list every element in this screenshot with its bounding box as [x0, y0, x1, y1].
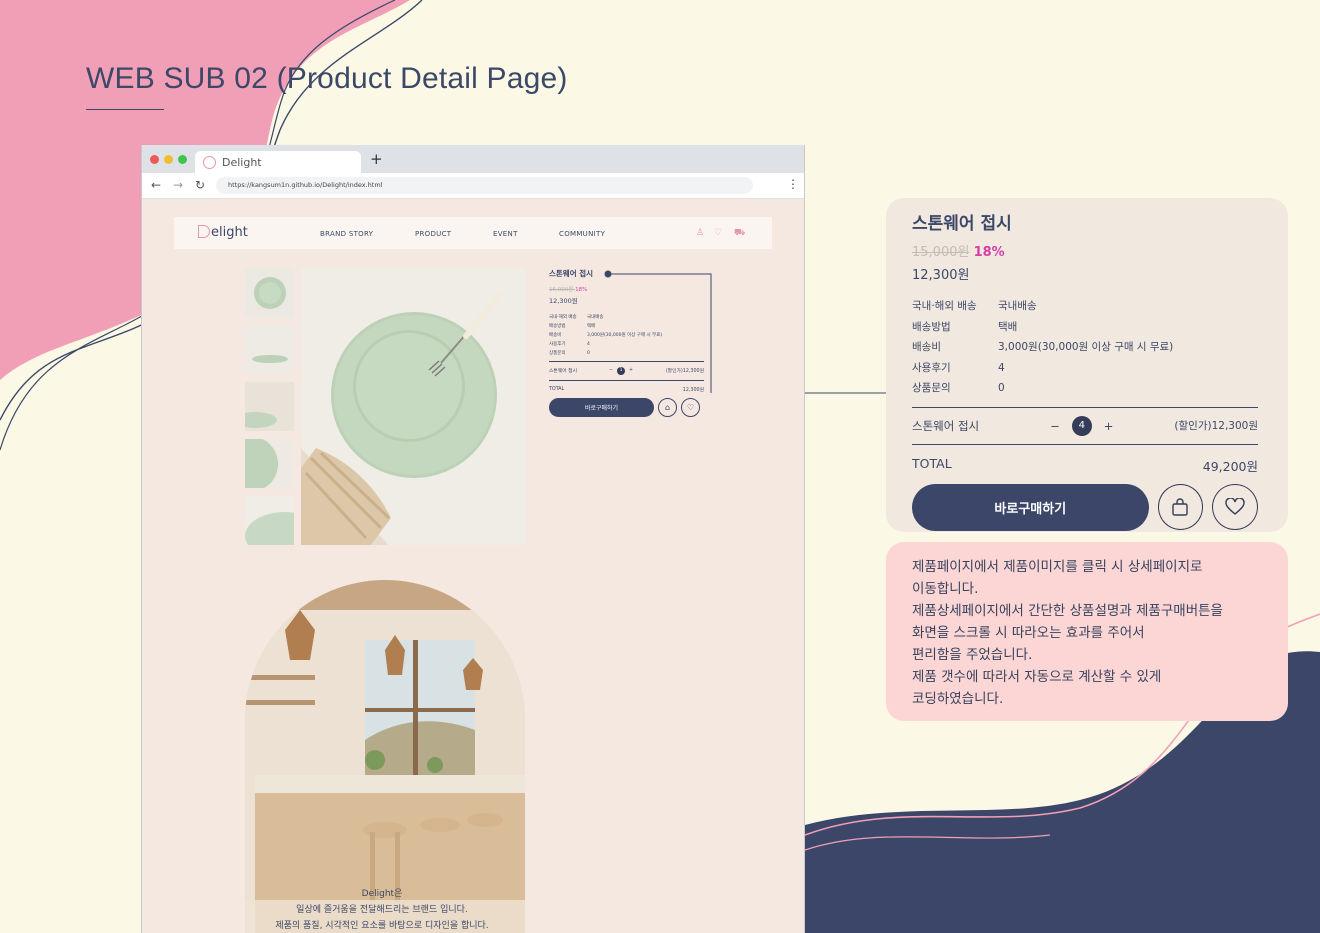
bag-icon[interactable]: ⌂ [658, 398, 677, 418]
heart-icon[interactable]: ♡ [681, 398, 700, 418]
mini-product-info: 스톤웨어 접시 15,000원 18% 12,300원 국내·해외 배송 국내배송… [549, 268, 704, 418]
product-thumbnail[interactable] [245, 439, 294, 488]
brand-kitchen-image [245, 580, 525, 933]
plus-icon[interactable]: + [370, 150, 383, 168]
kebab-menu-icon[interactable]: ⋮ [787, 177, 799, 191]
browser-tab-bar: Delight + [142, 145, 804, 173]
sale-price: (할인가)12,300원 [665, 369, 704, 375]
nav-brand-story[interactable]: BRAND STORY [320, 230, 373, 238]
product-thumbnail[interactable] [245, 496, 294, 545]
option-name: 스톤웨어 접시 [912, 418, 980, 433]
price-row: 15,000원 18% [912, 241, 1258, 260]
action-buttons: 바로구매하기 ⌂ ♡ [549, 398, 704, 418]
url-input[interactable]: https://kangsum1n.github.io/Delight/inde… [216, 177, 753, 194]
maximize-window-icon[interactable] [178, 155, 187, 164]
minimize-window-icon[interactable] [164, 155, 173, 164]
heart-icon[interactable] [1212, 484, 1259, 530]
old-price: 15,000원 [912, 245, 970, 260]
buy-now-button[interactable]: 바로구매하기 [549, 398, 654, 418]
divider [549, 361, 704, 362]
shipping-info: 국내·해외 배송 국내배송 배송방법 택배 배송비 3,000원(30,000원 이상… [912, 300, 1174, 394]
shipping-info: 국내·해외 배송 국내배송 배송방법 택배 배송비 3,000원(30,000원 이상… [549, 315, 663, 356]
back-arrow-icon[interactable]: ← [151, 178, 161, 192]
browser-tab[interactable]: Delight [195, 151, 361, 173]
user-icon[interactable]: ♙ [696, 228, 704, 238]
quantity-badge: 1 [617, 366, 626, 375]
discount-rate: 18% [973, 245, 1005, 260]
total-price: 49,200원 [1202, 458, 1258, 474]
price: 12,300원 [549, 297, 578, 305]
quantity-stepper: − 4 + [1050, 415, 1114, 436]
quantity-badge: 4 [1071, 415, 1092, 436]
minus-button[interactable]: − [1050, 419, 1060, 433]
reload-icon[interactable]: ↻ [195, 178, 205, 192]
product-thumbnail[interactable] [245, 382, 294, 431]
old-price: 15,000원 18% [549, 287, 588, 293]
heart-icon[interactable]: ♡ [714, 228, 722, 238]
option-row: 스톤웨어 접시 − 1 + (할인가)12,300원 [549, 366, 704, 375]
nav-event[interactable]: EVENT [493, 230, 518, 238]
total-row: TOTAL 12,300원 [549, 386, 704, 393]
product-main-image[interactable] [301, 268, 525, 545]
price: 12,300원 [912, 268, 970, 283]
forward-arrow-icon[interactable]: → [173, 178, 183, 192]
logo-d-icon [198, 225, 210, 238]
nav-product[interactable]: PRODUCT [415, 230, 451, 238]
cart-icon[interactable]: ⛟ [734, 228, 745, 239]
favicon-icon [203, 155, 216, 169]
browser-window: Delight + ← → ↻ https://kangsum1n.github… [141, 145, 805, 933]
divider [549, 379, 704, 381]
nav-community[interactable]: COMMUNITY [559, 230, 605, 238]
product-name: 스톤웨어 접시 [912, 214, 1012, 234]
product-info-zoom: 스톤웨어 접시 15,000원 18% 12,300원 국내·해외 배송 국내배송… [886, 198, 1288, 532]
discount-rate: 18% [575, 287, 588, 293]
product-thumbnail[interactable] [245, 268, 294, 317]
bag-icon[interactable] [1157, 484, 1204, 530]
address-bar-row: ← → ↻ https://kangsum1n.github.io/Deligh… [142, 173, 804, 199]
title-underline [86, 109, 164, 110]
page-title: WEB SUB 02 (Product Detail Page) [86, 62, 568, 95]
product-name: 스톤웨어 접시 [549, 269, 594, 278]
minus-button[interactable]: − [609, 368, 613, 373]
total-row: TOTAL 49,200원 [912, 456, 1258, 475]
site-logo[interactable]: elight [198, 225, 248, 240]
site-header: elight BRAND STORY PRODUCT EVENT COMMUNI… [174, 217, 772, 249]
sale-price: (할인가)12,300원 [1174, 420, 1258, 432]
action-buttons: 바로구매하기 [912, 483, 1259, 531]
brand-intro: Delight은 일상에 즐거움을 전달해드리는 브랜드 입니다. 제품의 품질… [275, 889, 489, 931]
option-row: 스톤웨어 접시 − 4 + (할인가)12,300원 [912, 408, 1258, 444]
buy-now-button[interactable]: 바로구매하기 [912, 483, 1149, 531]
description-note: 제품페이지에서 제품이미지를 클릭 시 상세페이지로 이동합니다. 제품상세페이… [886, 542, 1288, 721]
divider [912, 443, 1258, 445]
plus-button[interactable]: + [1104, 419, 1114, 433]
total-label: TOTAL [912, 455, 952, 471]
close-window-icon[interactable] [150, 155, 159, 164]
tab-title: Delight [222, 155, 262, 169]
plus-button[interactable]: + [629, 368, 633, 373]
product-thumbnail[interactable] [245, 325, 294, 374]
